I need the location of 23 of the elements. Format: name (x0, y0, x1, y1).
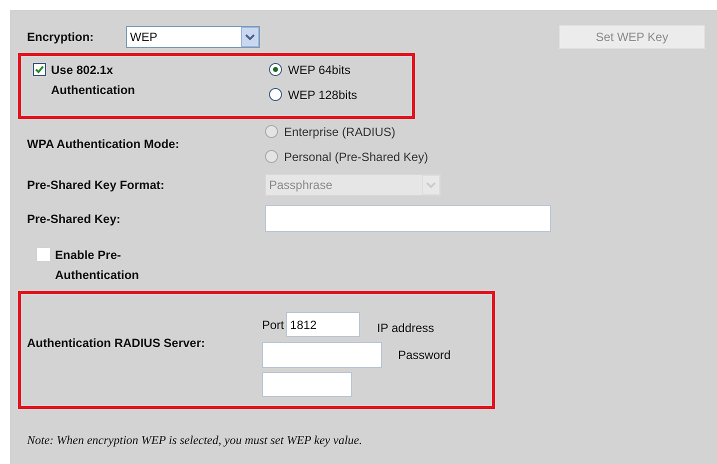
radio-label: Personal (Pre-Shared Key) (284, 150, 428, 164)
radio-button[interactable] (269, 88, 282, 101)
encryption-label: Encryption: (27, 30, 95, 44)
radio-label: Enterprise (RADIUS) (284, 124, 396, 138)
ip-address-label: IP address (377, 320, 434, 334)
radio-button[interactable] (269, 63, 282, 76)
psk-label: Pre-Shared Key: (27, 212, 122, 226)
checkbox[interactable] (33, 63, 46, 76)
radio-label: WEP 64bits (288, 62, 350, 76)
encryption-select[interactable]: WEP (126, 26, 260, 48)
radius-label: Authentication RADIUS Server: (27, 336, 206, 350)
pre-auth-label: Enable Pre-Authentication (55, 247, 140, 284)
use-8021x-label: Use 802.1x Authentication (51, 62, 136, 99)
port-label: Port (262, 318, 284, 332)
password-input-field[interactable] (262, 372, 352, 397)
psk-input-field[interactable] (265, 205, 551, 232)
psk-format-label: Pre-Shared Key Format: (27, 178, 166, 192)
wpa-mode-label: WPA Authentication Mode: (27, 137, 180, 151)
port-input-field[interactable]: 1812 (286, 312, 360, 337)
ip-address-input-field[interactable] (262, 342, 382, 368)
password-label: Password (398, 348, 451, 362)
note-text: Note: When encryption WEP is selected, you must set WEP key value. (27, 433, 364, 448)
radio-label: WEP 128bits (288, 88, 358, 102)
